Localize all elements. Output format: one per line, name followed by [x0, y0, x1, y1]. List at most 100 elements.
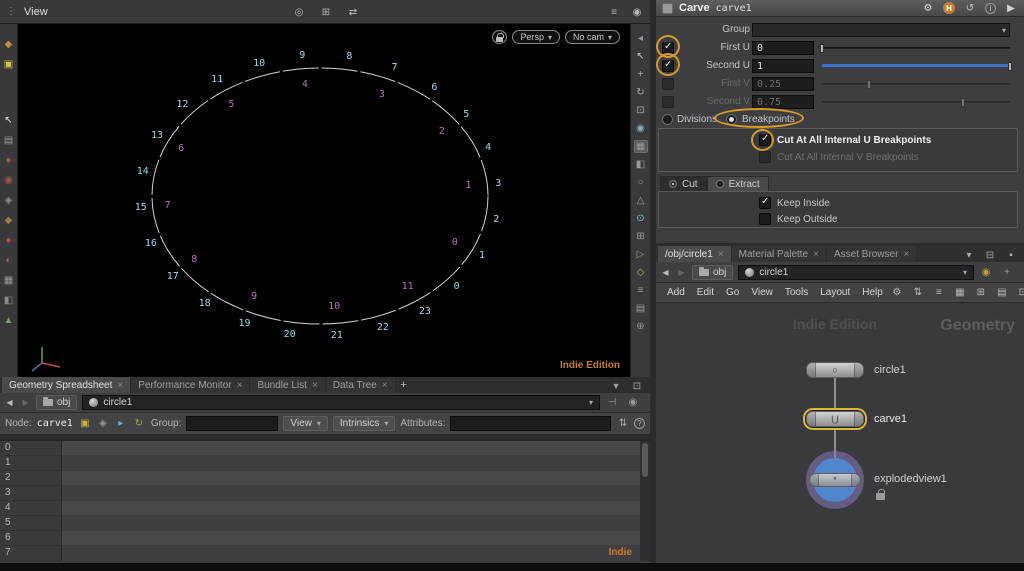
- light-icon[interactable]: ◇: [634, 266, 648, 279]
- pane-max-icon[interactable]: ⊡: [630, 380, 644, 393]
- rotate-icon[interactable]: ↻: [634, 86, 648, 99]
- close-tab-icon[interactable]: ×: [813, 249, 819, 260]
- row-number[interactable]: 6: [0, 531, 62, 546]
- forward-button[interactable]: ▶: [20, 398, 31, 407]
- table-row[interactable]: 0: [0, 441, 650, 456]
- close-tab-icon[interactable]: ×: [718, 249, 724, 260]
- sheet-tab-1[interactable]: Performance Monitor ×: [131, 377, 251, 393]
- second-u-slider[interactable]: [822, 62, 1012, 71]
- first-u-checkbox[interactable]: ✓: [662, 41, 674, 54]
- pane-menu-icon[interactable]: ▾: [609, 380, 623, 393]
- keep-inside-checkbox[interactable]: ✓: [759, 196, 771, 209]
- view-tool-icon[interactable]: ▦: [2, 274, 16, 287]
- menu-view[interactable]: View: [745, 286, 779, 299]
- pane-close-icon[interactable]: ▪: [1004, 249, 1018, 262]
- select-cursor-icon[interactable]: ↖: [2, 114, 16, 127]
- menu-edit[interactable]: Edit: [691, 286, 720, 299]
- table-row[interactable]: 7: [0, 546, 650, 561]
- first-v-slider[interactable]: [822, 80, 1010, 89]
- table-row[interactable]: 4: [0, 501, 650, 516]
- history-icon[interactable]: ↺: [963, 2, 977, 15]
- path-root-chip[interactable]: obj: [36, 395, 78, 410]
- persp-button[interactable]: Persp ▾: [512, 30, 560, 44]
- paint-icon[interactable]: ◆: [2, 214, 16, 227]
- cut-tab[interactable]: Cut: [660, 176, 707, 192]
- row-number[interactable]: 3: [0, 486, 62, 501]
- close-tab-icon[interactable]: ×: [237, 380, 243, 391]
- network-canvas[interactable]: Indie Edition Geometry ○ circle1 ⋃ carve…: [656, 303, 1024, 563]
- points-display-icon[interactable]: ⊙: [634, 212, 648, 225]
- hand-icon[interactable]: ◈: [2, 194, 16, 207]
- camera-icon[interactable]: ▷: [634, 248, 648, 261]
- close-tab-icon[interactable]: ×: [382, 380, 388, 391]
- cut-u-checkbox[interactable]: ✓: [759, 133, 771, 146]
- sculpt-icon[interactable]: ●: [2, 234, 16, 247]
- keep-outside-checkbox[interactable]: [759, 213, 771, 225]
- close-tab-icon[interactable]: ×: [903, 249, 909, 260]
- first-v-checkbox[interactable]: [662, 78, 674, 90]
- options-icon[interactable]: ⊕: [634, 320, 648, 333]
- first-v-value[interactable]: 0.25: [752, 77, 814, 91]
- table-row[interactable]: 6: [0, 531, 650, 546]
- group-input[interactable]: [186, 416, 279, 431]
- net-list-icon[interactable]: ▤: [995, 286, 1009, 299]
- shade-icon[interactable]: ◧: [634, 158, 648, 171]
- view-dropdown[interactable]: View ▾: [283, 416, 328, 431]
- prims-display-icon[interactable]: ⊞: [634, 230, 648, 243]
- close-tab-icon[interactable]: ×: [117, 380, 123, 391]
- network-tab-0[interactable]: /obj/circle1 ×: [658, 246, 732, 262]
- first-u-slider[interactable]: [820, 44, 1010, 53]
- snap-tool-icon[interactable]: ◧: [2, 294, 16, 307]
- info-icon[interactable]: i: [985, 2, 996, 14]
- sheet-tab-0[interactable]: Geometry Spreadsheet ×: [2, 377, 132, 393]
- pointer-mode-icon[interactable]: ▸: [114, 417, 128, 430]
- network-tab-1[interactable]: Material Palette ×: [731, 246, 827, 262]
- row-number[interactable]: 0: [0, 441, 62, 456]
- menu-layout[interactable]: Layout: [814, 286, 856, 299]
- tab-menu-icon[interactable]: ▾: [962, 249, 976, 262]
- viewport-menu-icon[interactable]: ◉: [630, 6, 644, 19]
- shelf-box-icon[interactable]: ▣: [2, 58, 16, 71]
- scrollbar-thumb[interactable]: [642, 443, 648, 477]
- net-thumb-icon[interactable]: ▦: [953, 286, 967, 299]
- caret-down-icon[interactable]: ▾: [589, 398, 593, 407]
- sort-icon[interactable]: ⇅: [616, 417, 630, 430]
- extract-tab[interactable]: Extract: [706, 176, 769, 192]
- net-map-icon[interactable]: ⊡: [1016, 286, 1024, 299]
- grid-icon[interactable]: ▦: [633, 140, 648, 153]
- secure-selection-icon[interactable]: ▤: [2, 134, 16, 147]
- snap-icon[interactable]: ◉: [634, 122, 648, 135]
- swap-layout-icon[interactable]: ⇄: [346, 6, 360, 19]
- second-u-checkbox[interactable]: ✓: [662, 59, 674, 72]
- background-icon[interactable]: ▤: [634, 302, 648, 315]
- intrinsics-dropdown[interactable]: Intrinsics ▾: [332, 416, 396, 431]
- menu-go[interactable]: Go: [720, 286, 745, 299]
- row-number[interactable]: 2: [0, 471, 62, 486]
- pane-grip-icon[interactable]: ⋮: [6, 6, 16, 17]
- no-cam-button[interactable]: No cam ▾: [564, 30, 620, 44]
- back-button[interactable]: ◀: [4, 398, 15, 407]
- row-number[interactable]: 7: [0, 546, 62, 561]
- close-tab-icon[interactable]: ×: [312, 380, 318, 391]
- refresh-icon[interactable]: ↻: [132, 417, 146, 430]
- net-tree-icon[interactable]: ≡: [932, 286, 946, 299]
- pose-icon[interactable]: ●: [2, 154, 16, 167]
- wireframe-icon[interactable]: ○: [634, 176, 648, 189]
- network-tab-2[interactable]: Asset Browser ×: [826, 246, 918, 262]
- link-icon[interactable]: ◉: [626, 396, 640, 409]
- caret-down-icon[interactable]: ▾: [1002, 26, 1006, 35]
- table-row[interactable]: 2: [0, 471, 650, 486]
- net-tools-icon[interactable]: ⚙: [890, 286, 904, 299]
- display-badge-icon[interactable]: ◉: [979, 266, 993, 279]
- layout-single-icon[interactable]: ◎: [292, 6, 306, 19]
- pin-icon[interactable]: ⊣: [605, 396, 619, 409]
- attributes-input[interactable]: [450, 416, 611, 431]
- menu-add[interactable]: Add: [661, 286, 691, 299]
- shelf-drop-icon[interactable]: ◆: [2, 38, 16, 51]
- sheet-path-field[interactable]: circle1 ▾: [82, 395, 600, 410]
- houdini-badge-icon[interactable]: H: [943, 2, 955, 14]
- pane-split-icon[interactable]: ⊟: [983, 249, 997, 262]
- param-node-name[interactable]: carve1: [716, 3, 752, 14]
- breakpoints-radio[interactable]: [726, 114, 737, 125]
- render-region-icon[interactable]: ▲: [2, 314, 16, 327]
